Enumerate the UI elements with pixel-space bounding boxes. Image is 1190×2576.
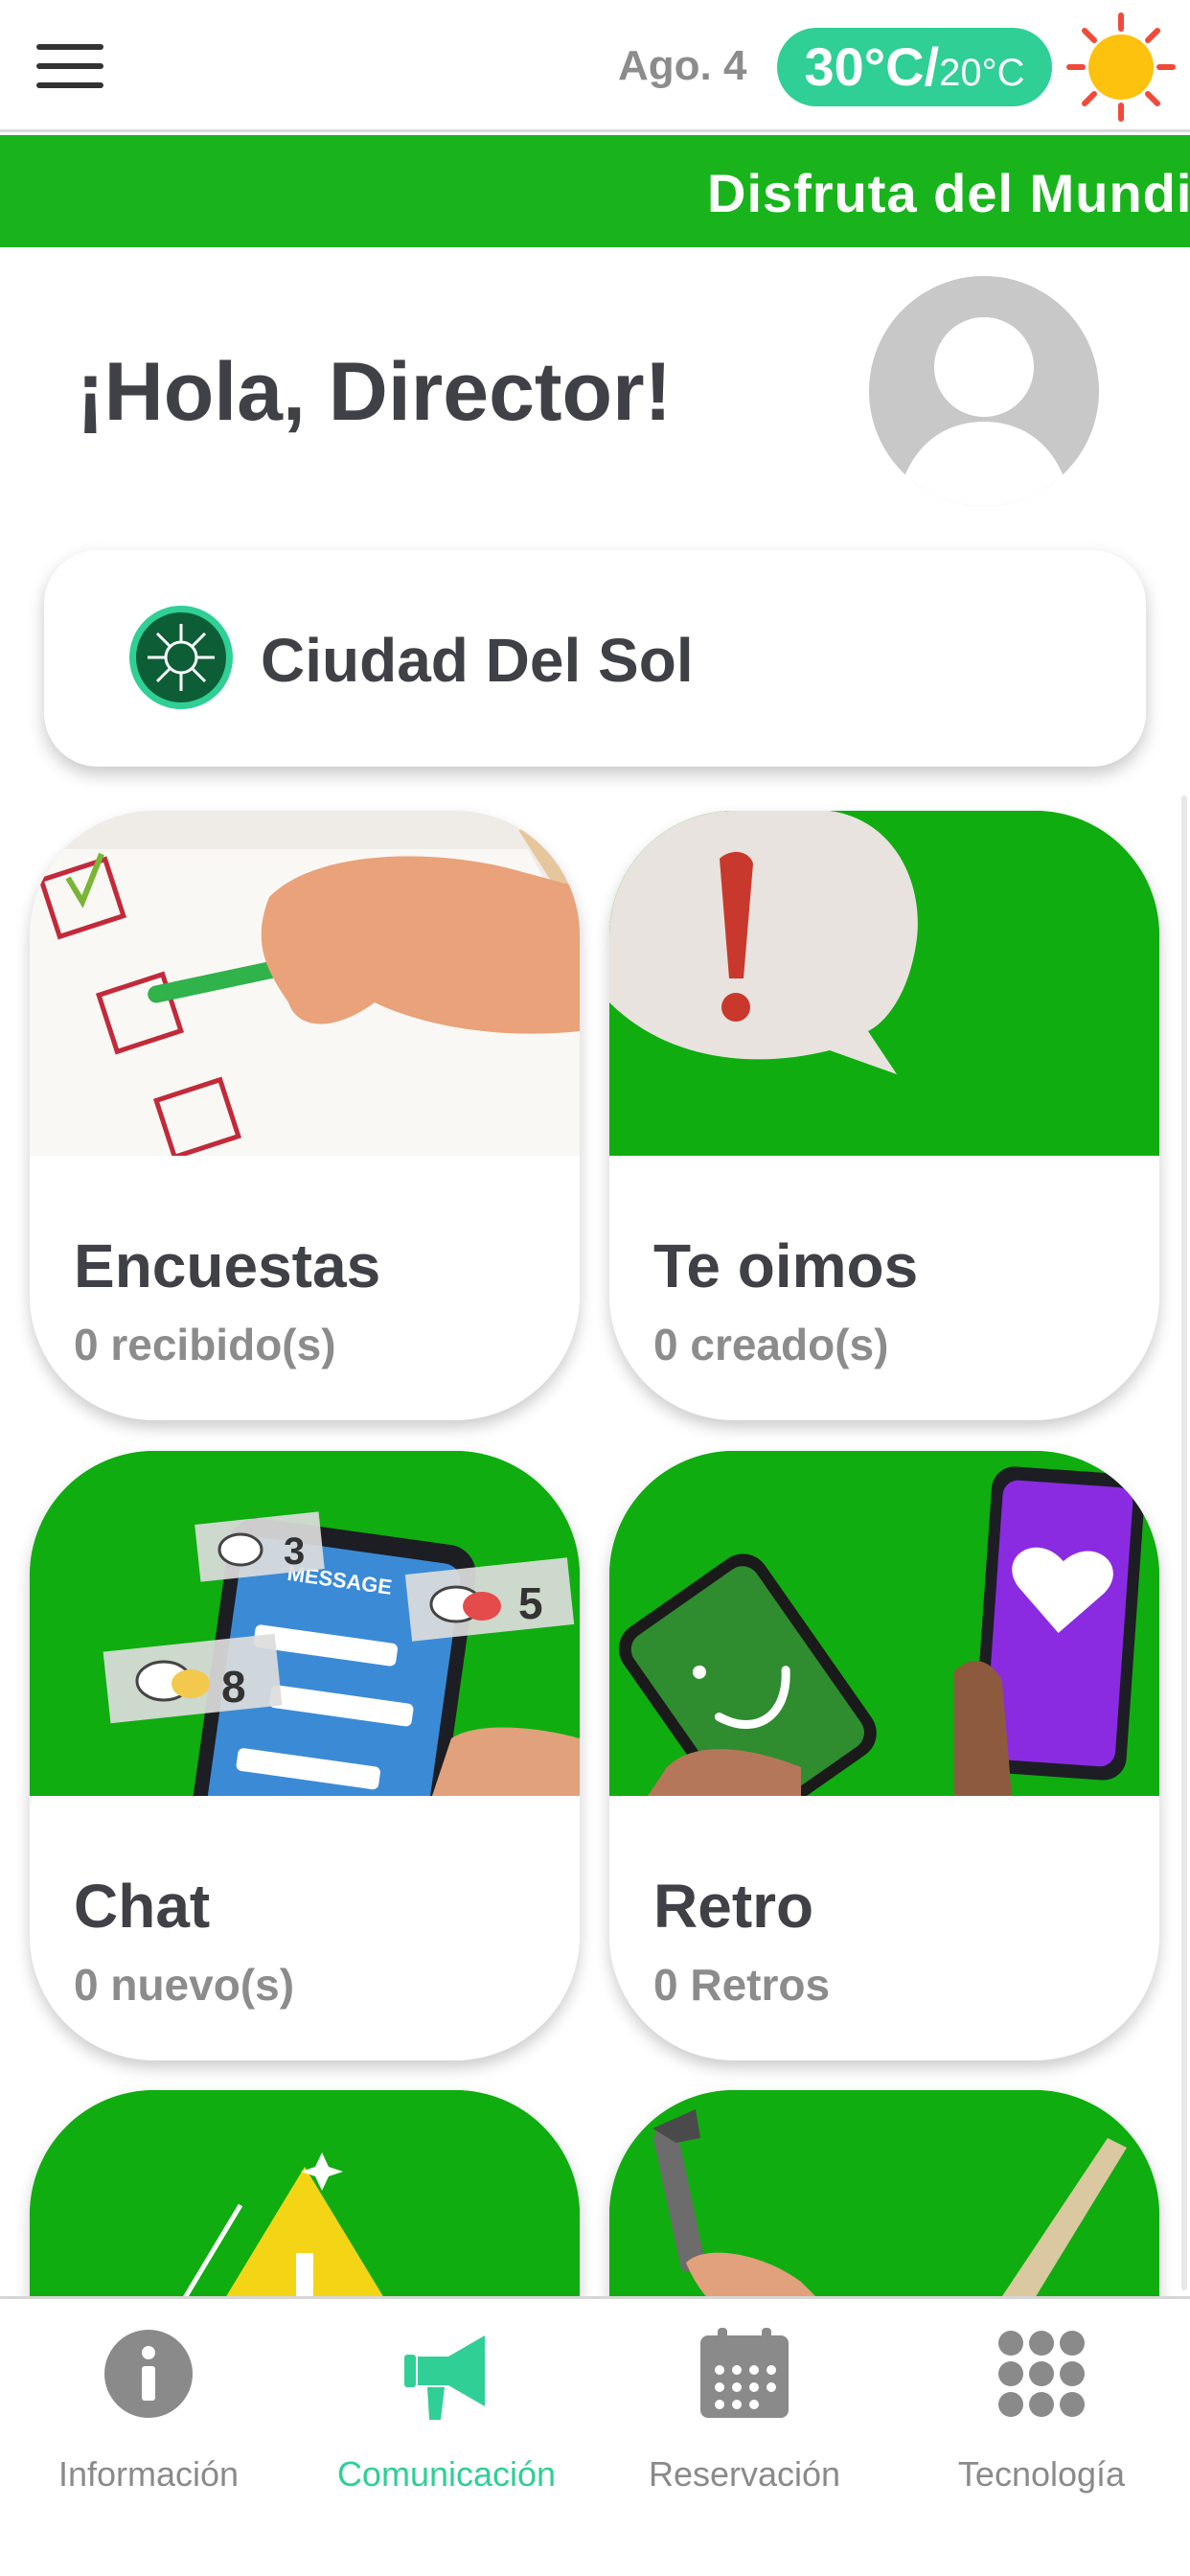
tile-subtitle: 0 nuevo(s) — [74, 1960, 295, 2010]
phones-smile-heart-image — [609, 1451, 1159, 1796]
sun-icon — [1066, 12, 1176, 122]
date-label: Ago. 4 — [618, 42, 747, 89]
nav-informacion[interactable]: Información — [5, 2328, 292, 2519]
calendar-icon — [700, 2328, 789, 2418]
nav-tecnologia[interactable]: Tecnología — [898, 2328, 1185, 2519]
tile-subtitle: 0 creado(s) — [653, 1320, 889, 1369]
survey-checklist-image — [30, 811, 580, 1156]
tile-retro[interactable]: Retro 0 Retros — [609, 1451, 1159, 2060]
tile-title: Retro — [653, 1872, 814, 1941]
community-name: Ciudad Del Sol — [261, 626, 694, 695]
tile-chat[interactable]: MESSAGE 3 5 8 Chat 0 nuevo(s) — [30, 1451, 580, 2060]
banner-text: Disfruta del Mundial — [707, 163, 1190, 223]
tile-encuestas[interactable]: Encuestas 0 recibido(s) — [30, 811, 580, 1420]
info-icon — [104, 2330, 193, 2418]
message-badge-count: 5 — [518, 1578, 543, 1628]
tile-subtitle: 0 Retros — [653, 1960, 831, 2010]
avatar[interactable] — [869, 276, 1099, 506]
hamburger-icon[interactable] — [36, 44, 103, 88]
nav-comunicacion[interactable]: Comunicación — [303, 2328, 590, 2519]
nav-label: Comunicación — [336, 2454, 557, 2494]
announcement-banner: Disfruta del Mundial — [0, 135, 1190, 247]
temperature-high: 30°C/ — [804, 36, 940, 97]
tile-title: Encuestas — [74, 1231, 381, 1300]
bottom-navigation: Información Comunicación Reservación Tec… — [0, 2296, 1190, 2576]
user-silhouette-icon — [896, 317, 1072, 506]
temperature-low: 20°C — [939, 52, 1025, 94]
sun-emblem-icon — [129, 606, 233, 709]
phone-messages-image: MESSAGE 3 5 8 — [30, 1451, 580, 1796]
nav-label: Información — [57, 2454, 240, 2494]
grid-icon — [998, 2331, 1085, 2417]
tile-title: Te oimos — [653, 1231, 919, 1300]
message-badge-count: 8 — [221, 1662, 246, 1712]
nav-reservacion[interactable]: Reservación — [601, 2328, 888, 2519]
nav-label: Reservación — [648, 2454, 841, 2494]
megaphone-icon — [404, 2335, 485, 2420]
tile-te-oimos[interactable]: Te oimos 0 creado(s) — [609, 811, 1159, 1420]
temperature-badge: 30°C/ 20°C — [777, 28, 1052, 106]
community-selector[interactable]: Ciudad Del Sol — [44, 550, 1146, 767]
greeting-title: ¡Hola, Director! — [77, 346, 673, 438]
scrollbar[interactable] — [1181, 795, 1187, 2290]
tile-subtitle: 0 recibido(s) — [74, 1320, 336, 1369]
nav-label: Tecnología — [957, 2454, 1126, 2494]
message-badge-count: 3 — [284, 1530, 305, 1573]
top-bar: Ago. 4 30°C/ 20°C — [0, 0, 1190, 132]
tile-title: Chat — [74, 1872, 211, 1941]
exclamation-bubble-image — [609, 811, 1159, 1156]
